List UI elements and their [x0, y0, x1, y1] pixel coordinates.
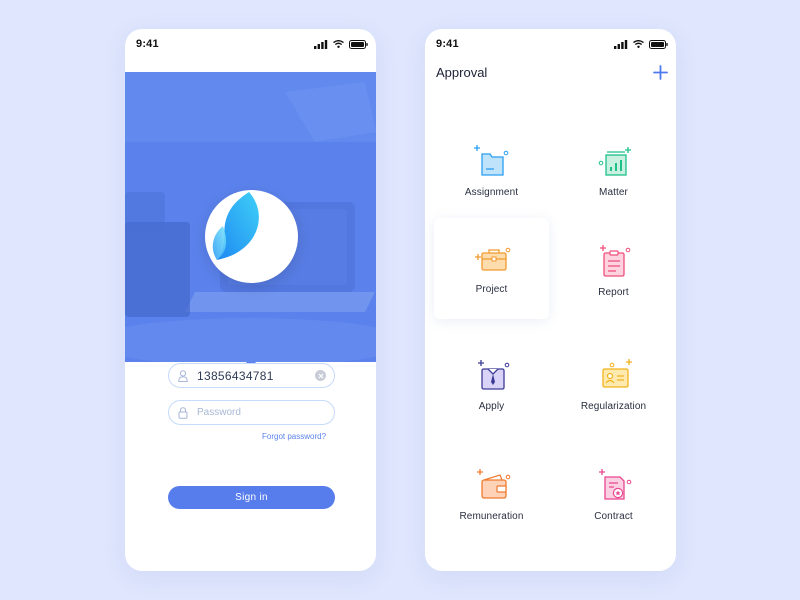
menu-item-report[interactable]: Report [556, 225, 671, 325]
menu-item-label: Assignment [464, 187, 519, 198]
id-card-icon [601, 359, 632, 388]
status-icons [614, 39, 668, 49]
clipboard-icon [599, 245, 630, 277]
page-title: Approval [436, 65, 488, 80]
wallet-icon [476, 469, 510, 499]
menu-item-apply[interactable]: Apply [434, 339, 549, 439]
menu-item-label: Project [475, 284, 508, 295]
chart-icon [598, 147, 631, 176]
clear-icon[interactable] [315, 370, 326, 381]
app-logo [205, 190, 298, 283]
menu-item-label: Remuneration [459, 511, 524, 522]
phone-value: 13856434781 [197, 368, 274, 383]
menu-item-label: Matter [599, 187, 628, 198]
user-icon [177, 369, 189, 382]
wifi-icon [333, 40, 344, 48]
lock-icon [177, 406, 189, 419]
battery-icon [649, 39, 668, 49]
status-bar: 9:41 [125, 29, 376, 59]
login-screen: 9:41 13856434781 Password Forgot passwor… [125, 29, 376, 571]
status-icons [314, 39, 368, 49]
password-input[interactable]: Password [168, 400, 335, 425]
menu-item-assignment[interactable]: Assignment [434, 125, 549, 225]
menu-item-label: Report [598, 287, 629, 298]
signal-icon [314, 39, 328, 49]
status-time: 9:41 [136, 38, 159, 50]
leaf-logo-icon [212, 192, 259, 260]
menu-item-regularization[interactable]: Regularization [556, 339, 671, 439]
status-time: 9:41 [436, 38, 459, 50]
phone-input[interactable]: 13856434781 [168, 363, 335, 388]
menu-item-remuneration[interactable]: Remuneration [434, 449, 549, 549]
add-icon[interactable] [653, 65, 668, 80]
hero-banner [125, 72, 376, 362]
menu-item-contract[interactable]: Contract [556, 449, 671, 549]
signin-button[interactable]: Sign in [168, 486, 335, 509]
battery-icon [349, 39, 368, 49]
menu-item-project[interactable]: Project [434, 218, 549, 319]
menu-item-label: Contract [594, 511, 633, 522]
briefcase-icon [474, 247, 510, 271]
menu-item-label: Regularization [580, 401, 647, 412]
approval-screen: 9:41 Approval Assignment Matter Project … [425, 29, 676, 571]
password-placeholder: Password [197, 407, 241, 418]
menu-item-matter[interactable]: Matter [556, 125, 671, 225]
folder-icon [473, 145, 508, 176]
wifi-icon [633, 40, 644, 48]
menu-item-label: Apply [478, 401, 505, 412]
contract-icon [598, 469, 631, 500]
forgot-password-link[interactable]: Forgot password? [262, 432, 326, 441]
signal-icon [614, 39, 628, 49]
shirt-tie-icon [477, 360, 509, 390]
status-bar: 9:41 [425, 29, 676, 59]
